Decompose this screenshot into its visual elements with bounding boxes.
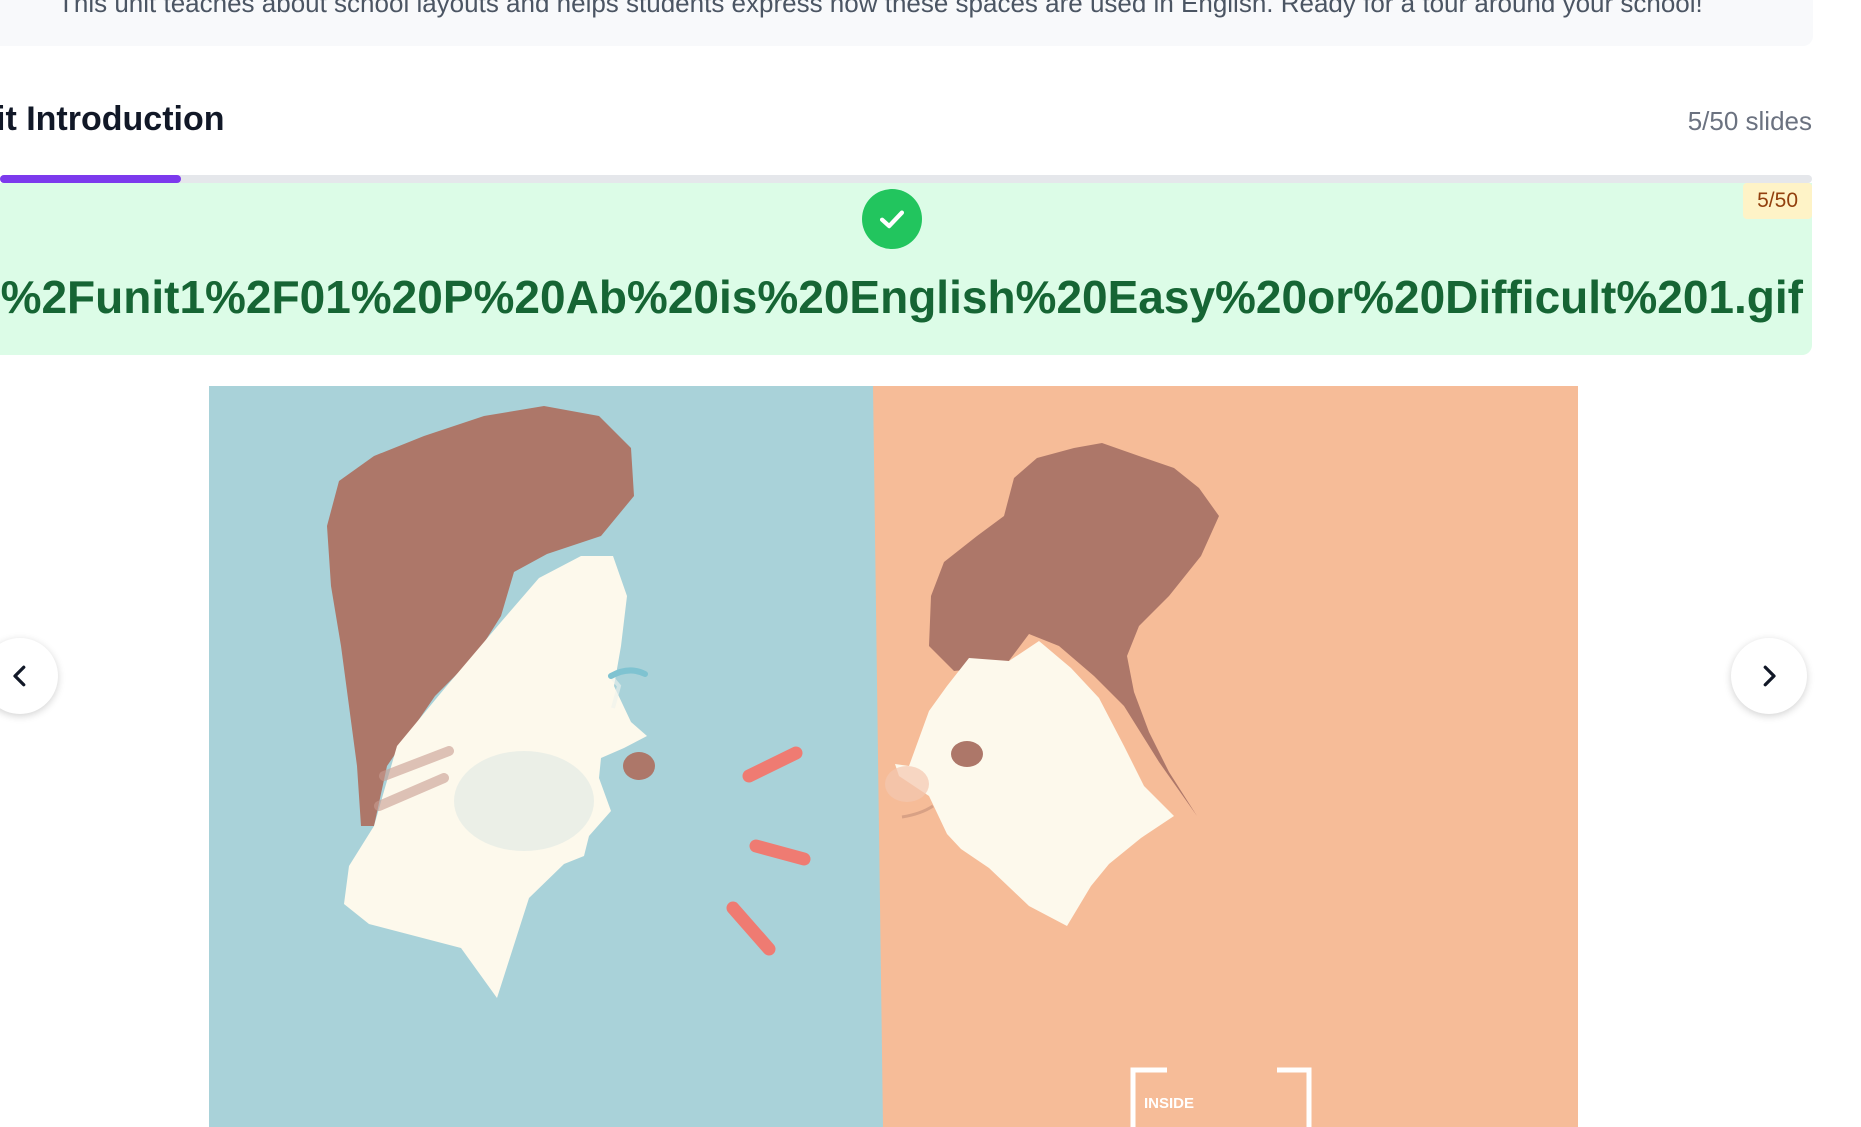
slide-viewer: This unit teaches about school layouts a… <box>0 0 1861 1127</box>
progress-bar <box>0 175 1812 183</box>
chevron-right-icon <box>1763 665 1776 687</box>
conversation-illustration: INSIDE <box>209 386 1578 1127</box>
chevron-left-icon <box>13 665 26 687</box>
check-icon <box>862 189 922 249</box>
next-slide-button[interactable] <box>1731 638 1807 714</box>
slide-count: 5/50 slides <box>1687 106 1812 136</box>
slide-image: INSIDE <box>209 386 1578 1127</box>
logo-text: INSIDE <box>1144 1095 1194 1112</box>
slide-filename: book5%2Funit1%2F01%20P%20Ab%20is%20Engli… <box>0 271 1803 323</box>
slide-number-badge: 5/50 <box>1743 183 1812 219</box>
progress-fill <box>0 175 182 183</box>
unit-description: This unit teaches about school layouts a… <box>58 0 1703 18</box>
section-title: it Introduction <box>0 100 225 138</box>
previous-slide-button[interactable] <box>0 638 58 714</box>
